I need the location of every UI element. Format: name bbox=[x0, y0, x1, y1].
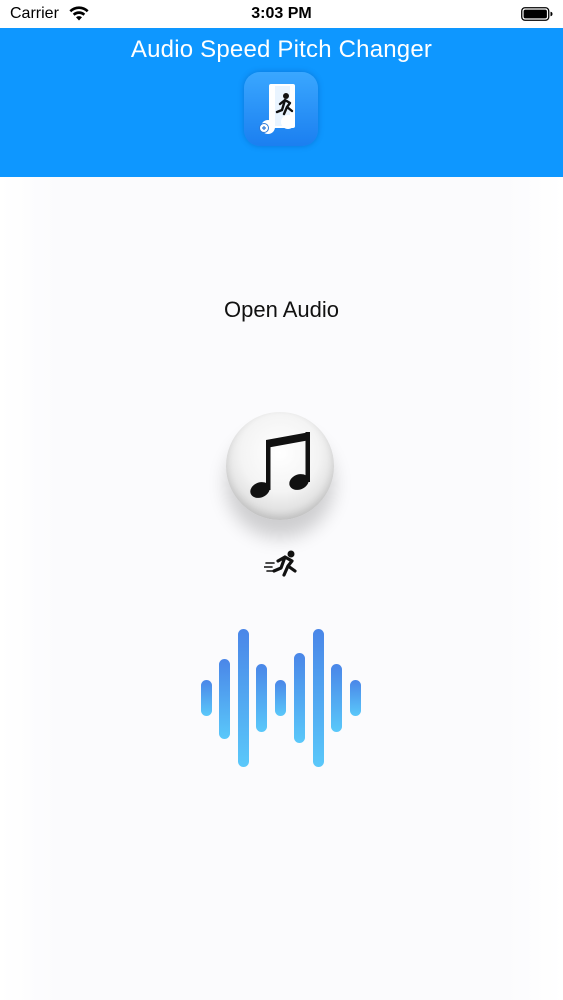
wave-bar bbox=[331, 664, 342, 732]
sound-wave-icon bbox=[201, 629, 361, 767]
battery-icon bbox=[521, 7, 553, 21]
app-logo bbox=[244, 72, 318, 146]
main-content: Open Audio bbox=[0, 177, 563, 1000]
runner-icon bbox=[264, 550, 297, 577]
app-header: Audio Speed Pitch Changer bbox=[0, 28, 563, 177]
music-player-button[interactable] bbox=[226, 412, 334, 520]
music-note-runner-icon bbox=[259, 84, 295, 134]
music-note-icon bbox=[250, 432, 310, 498]
status-bar: Carrier 3:03 PM bbox=[0, 0, 563, 28]
app-title: Audio Speed Pitch Changer bbox=[130, 36, 433, 63]
wave-bar bbox=[294, 653, 305, 743]
wave-bar bbox=[238, 629, 249, 767]
status-time: 3:03 PM bbox=[251, 5, 312, 22]
wave-bar bbox=[313, 629, 324, 767]
wave-bar bbox=[275, 680, 286, 716]
wave-bar bbox=[219, 659, 230, 739]
wave-bar bbox=[201, 680, 212, 716]
open-audio-button[interactable]: Open Audio bbox=[0, 297, 563, 323]
wave-bar bbox=[350, 680, 361, 716]
wave-bar bbox=[256, 664, 267, 732]
